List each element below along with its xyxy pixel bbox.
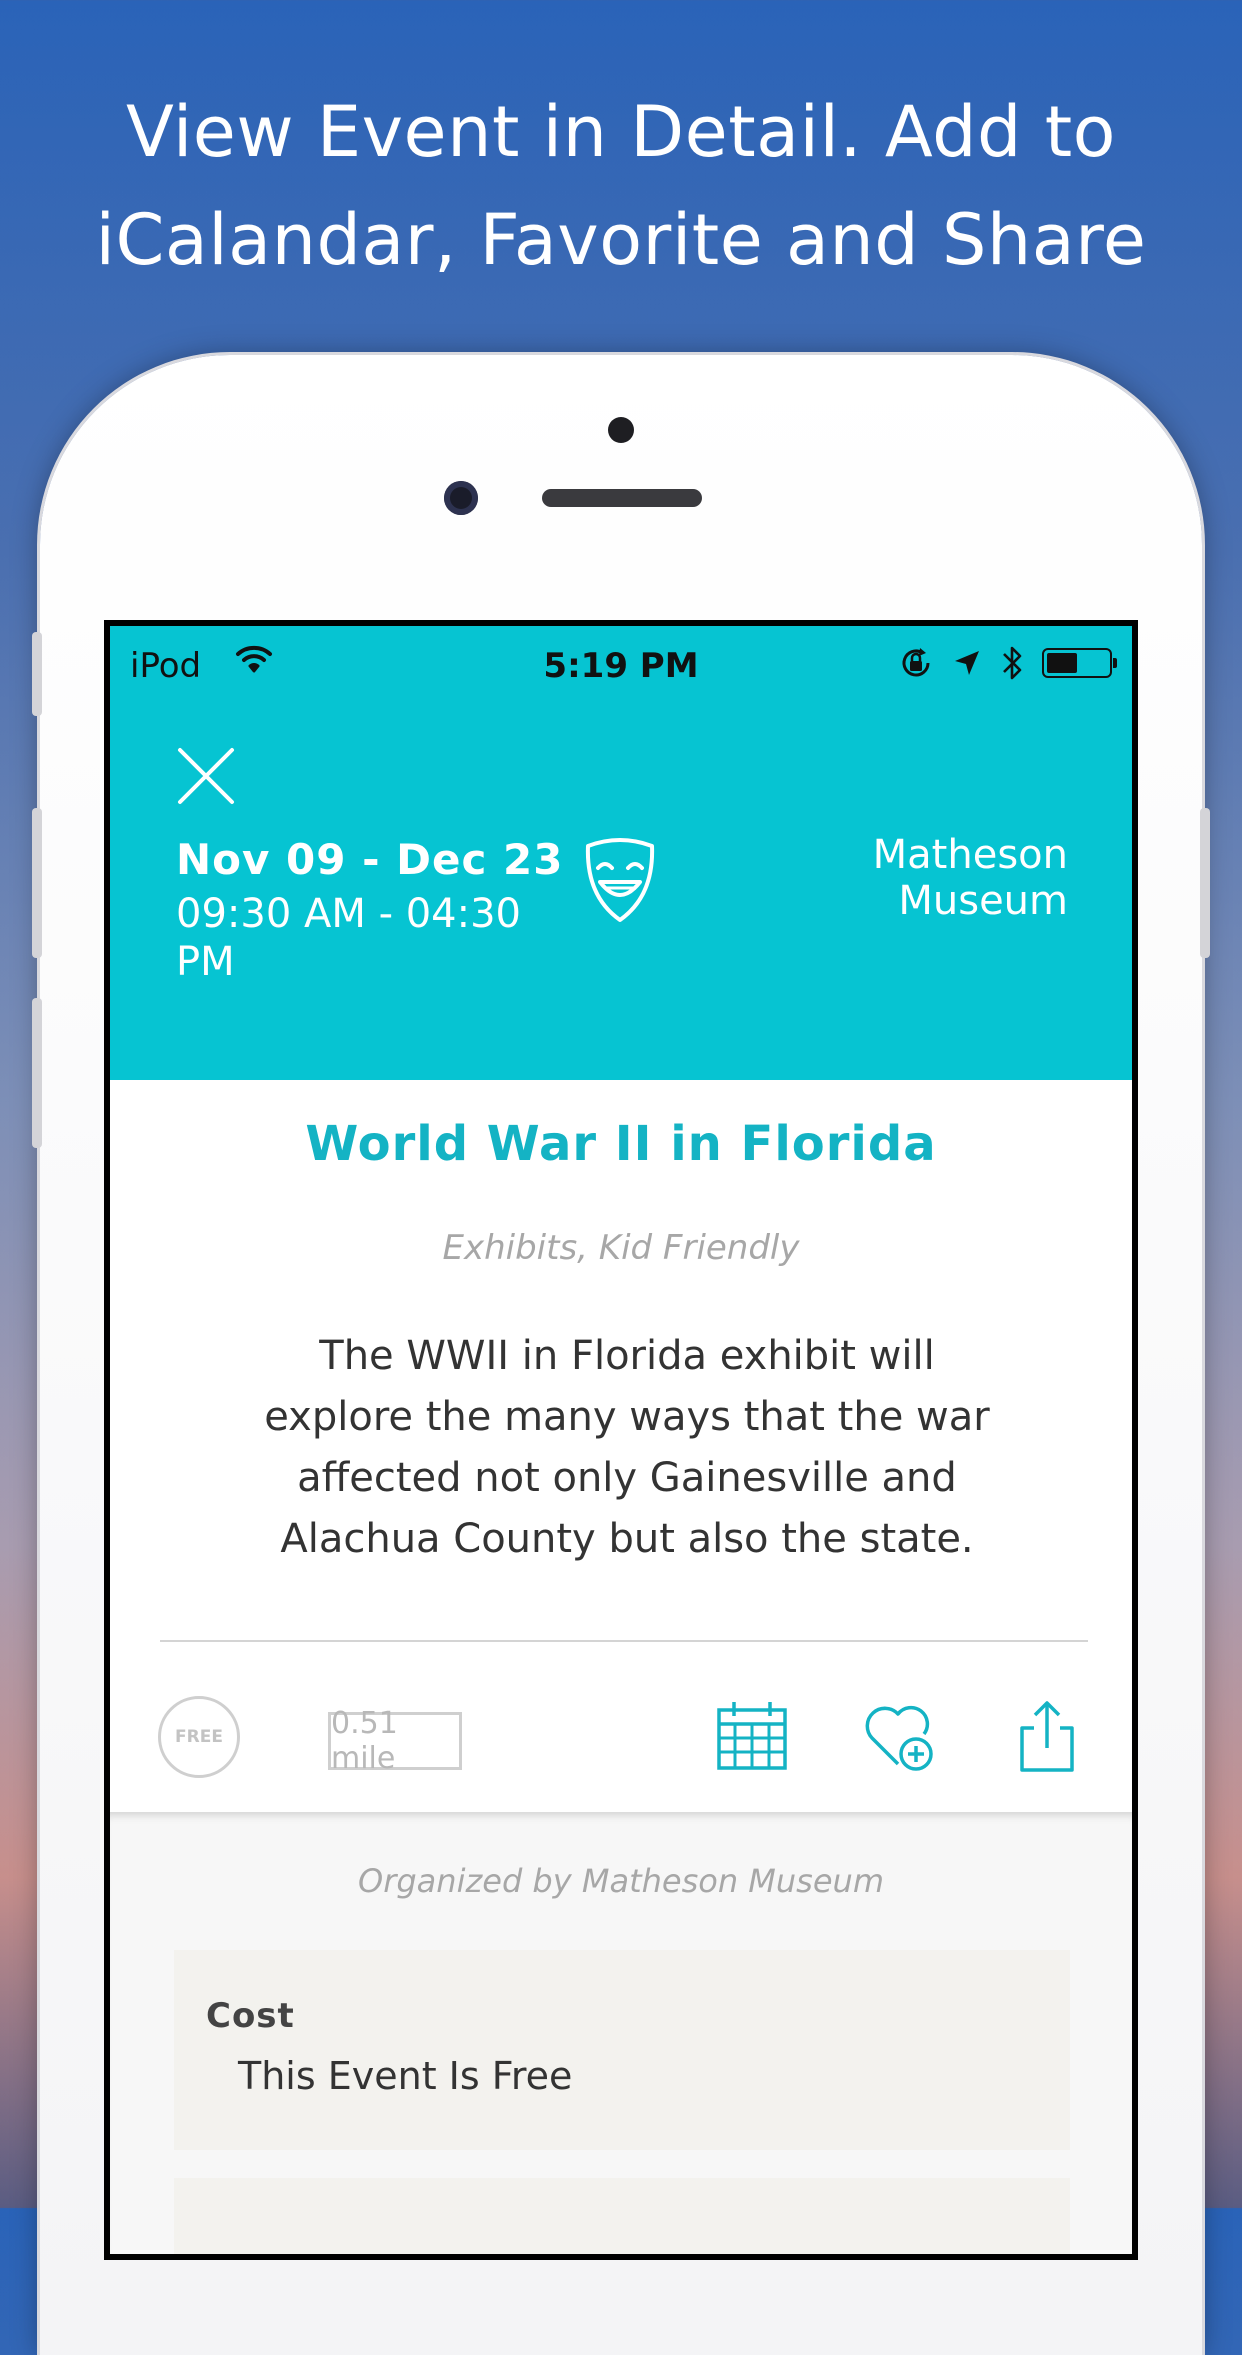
event-title: World War II in Florida [305, 1116, 937, 1172]
cost-value: This Event Is Free [238, 2054, 573, 2098]
rotation-lock-icon [902, 648, 930, 677]
battery-icon [1042, 648, 1117, 678]
status-right-group [898, 644, 1117, 682]
promo-headline-line-1: View Event in Detail. Add to [126, 91, 1116, 173]
phone-mute-switch [32, 632, 42, 716]
location-arrow-icon [955, 651, 979, 675]
close-icon[interactable] [174, 744, 238, 808]
event-venue[interactable]: Matheson Museum [768, 832, 1068, 924]
earpiece-speaker [542, 489, 702, 507]
organizer-label: Organized by Matheson Museum [358, 1862, 884, 1900]
free-badge: FREE [158, 1696, 240, 1778]
proximity-sensor [608, 417, 634, 443]
event-categories: Exhibits, Kid Friendly [442, 1228, 800, 1268]
event-time-range: 09:30 AM - 04:30 PM [176, 891, 521, 985]
next-info-card [174, 2178, 1070, 2254]
phone-screen: iPod 5:19 PM Nov 09 - Dec 23 09:30 AM - … [104, 620, 1138, 2260]
battery-fill [1047, 653, 1077, 673]
comedy-mask-icon [585, 838, 655, 922]
status-bar: iPod 5:19 PM [110, 626, 1132, 702]
phone-power-button [1200, 808, 1210, 958]
divider [160, 1640, 1088, 1642]
distance-label: 0.51 mile [328, 1706, 462, 1776]
promo-headline-line-2: iCalandar, Favorite and Share [95, 199, 1147, 281]
front-camera [444, 481, 478, 515]
phone-volume-down-button [32, 998, 42, 1148]
cost-label: Cost [206, 1996, 295, 2036]
promo-headline: View Event in Detail. Add to iCalandar, … [0, 78, 1242, 294]
heart-plus-icon[interactable] [862, 1698, 938, 1774]
cost-card: Cost This Event Is Free [174, 1950, 1070, 2150]
calendar-icon[interactable] [714, 1698, 790, 1774]
app-screen: iPod 5:19 PM Nov 09 - Dec 23 09:30 AM - … [110, 626, 1132, 2254]
event-header: iPod 5:19 PM Nov 09 - Dec 23 09:30 AM - … [110, 626, 1132, 1080]
event-description: The WWII in Florida exhibit will explore… [264, 1333, 990, 1562]
bluetooth-icon [1003, 646, 1022, 680]
event-datetime: Nov 09 - Dec 23 09:30 AM - 04:30 PM [176, 836, 576, 986]
event-date-range: Nov 09 - Dec 23 [176, 835, 564, 884]
phone-volume-up-button [32, 808, 42, 958]
share-icon[interactable] [1010, 1698, 1086, 1774]
action-bar: FREE 0.51 mile [110, 1656, 1132, 1816]
